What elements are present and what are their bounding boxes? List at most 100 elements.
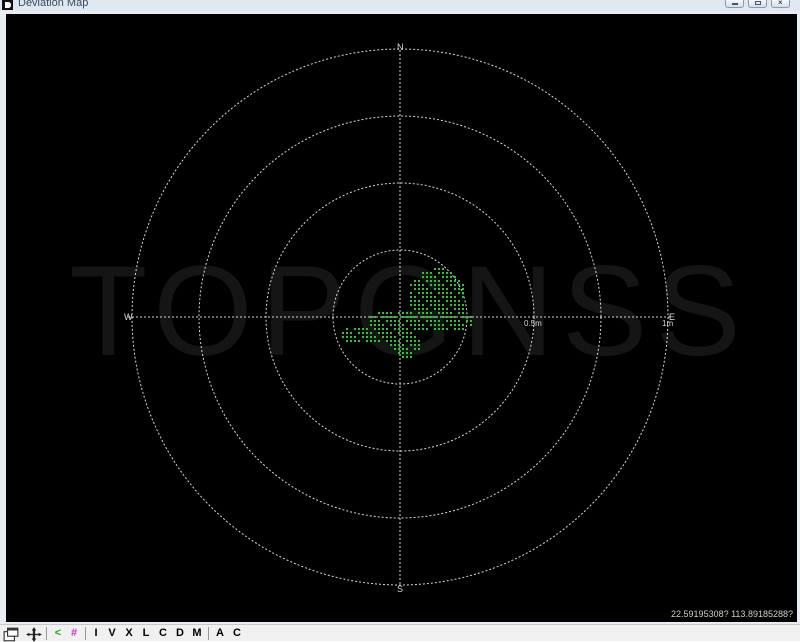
- deviation-point: [442, 268, 444, 270]
- deviation-point: [446, 328, 448, 330]
- deviation-point: [434, 288, 436, 290]
- toolbar-button-v[interactable]: V: [104, 626, 120, 641]
- toolbar-button-d[interactable]: D: [172, 626, 188, 641]
- deviation-point: [422, 324, 424, 326]
- close-button[interactable]: ×: [771, 0, 790, 8]
- deviation-point: [422, 284, 424, 286]
- deviation-point: [398, 332, 400, 334]
- deviation-point: [398, 344, 400, 346]
- deviation-point: [434, 320, 436, 322]
- deviation-point: [374, 340, 376, 342]
- deviation-point: [458, 324, 460, 326]
- deviation-point: [434, 268, 436, 270]
- deviation-point: [370, 324, 372, 326]
- coordinate-readout: 22.59195308? 113.89185288?: [671, 609, 793, 619]
- app-icon: [2, 0, 13, 10]
- deviation-point: [394, 320, 396, 322]
- deviation-point: [414, 296, 416, 298]
- toolbar-button-c[interactable]: C: [155, 626, 171, 641]
- deviation-point: [434, 328, 436, 330]
- deviation-point: [450, 324, 452, 326]
- deviation-point: [370, 340, 372, 342]
- toolbar-button-i[interactable]: I: [88, 626, 104, 641]
- deviation-point: [454, 296, 456, 298]
- toolbar-button-a[interactable]: A: [212, 626, 228, 641]
- deviation-point: [370, 320, 372, 322]
- toolbar-button-l[interactable]: L: [138, 626, 154, 641]
- deviation-point: [406, 356, 408, 358]
- deviation-point: [454, 304, 456, 306]
- deviation-point: [430, 324, 432, 326]
- deviation-point: [442, 304, 444, 306]
- deviation-point: [426, 316, 428, 318]
- deviation-point: [402, 324, 404, 326]
- deviation-point: [354, 328, 356, 330]
- deviation-point: [374, 336, 376, 338]
- deviation-point: [446, 280, 448, 282]
- maximize-button[interactable]: [748, 0, 767, 8]
- deviation-point: [430, 312, 432, 314]
- deviation-map-canvas[interactable]: TOPGNSS N S E W 0.5m 1m 22.59195308? 113…: [6, 14, 797, 622]
- deviation-point: [458, 284, 460, 286]
- deviation-point: [442, 272, 444, 274]
- deviation-point: [458, 308, 460, 310]
- deviation-point: [414, 344, 416, 346]
- deviation-point: [394, 344, 396, 346]
- deviation-point: [414, 316, 416, 318]
- deviation-point: [418, 280, 420, 282]
- window-title-bar[interactable]: Deviation Map ×: [0, 0, 800, 11]
- deviation-point: [342, 332, 344, 334]
- move-icon[interactable]: [26, 627, 42, 642]
- deviation-point: [438, 280, 440, 282]
- deviation-point: [426, 276, 428, 278]
- deviation-point: [458, 300, 460, 302]
- deviation-point: [454, 300, 456, 302]
- deviation-point: [366, 336, 368, 338]
- deviation-point: [426, 320, 428, 322]
- deviation-point: [434, 296, 436, 298]
- deviation-point: [422, 292, 424, 294]
- deviation-point: [454, 280, 456, 282]
- deviation-point: [410, 324, 412, 326]
- deviation-point: [454, 276, 456, 278]
- toolbar-hash-button[interactable]: #: [66, 626, 82, 641]
- deviation-point: [354, 336, 356, 338]
- toolbar-button-x[interactable]: X: [121, 626, 137, 641]
- deviation-point: [362, 332, 364, 334]
- deviation-point: [414, 336, 416, 338]
- deviation-point: [442, 312, 444, 314]
- deviation-point: [442, 316, 444, 318]
- toolbar-button-m[interactable]: M: [189, 626, 205, 641]
- deviation-point: [382, 312, 384, 314]
- deviation-point: [406, 332, 408, 334]
- deviation-point: [382, 324, 384, 326]
- deviation-point: [410, 336, 412, 338]
- deviation-point: [386, 336, 388, 338]
- deviation-point: [458, 320, 460, 322]
- deviation-point: [438, 292, 440, 294]
- deviation-point: [438, 284, 440, 286]
- deviation-point: [370, 332, 372, 334]
- deviation-point: [430, 316, 432, 318]
- deviation-map-plot: N S E W 0.5m 1m: [124, 42, 675, 594]
- deviation-point: [446, 300, 448, 302]
- deviation-point: [434, 316, 436, 318]
- deviation-point: [414, 304, 416, 306]
- deviation-point: [454, 324, 456, 326]
- deviation-point: [450, 272, 452, 274]
- deviation-point: [462, 308, 464, 310]
- deviation-point: [346, 328, 348, 330]
- deviation-point: [422, 272, 424, 274]
- deviation-point: [446, 320, 448, 322]
- toolbar-lt-button[interactable]: <: [50, 626, 66, 641]
- window-layout-icon[interactable]: [3, 627, 19, 642]
- deviation-point: [446, 316, 448, 318]
- deviation-point: [446, 288, 448, 290]
- minimize-button[interactable]: [725, 0, 744, 8]
- deviation-point: [390, 332, 392, 334]
- toolbar-button-c2[interactable]: C: [229, 626, 245, 641]
- deviation-point: [430, 296, 432, 298]
- deviation-point: [406, 312, 408, 314]
- deviation-point: [434, 304, 436, 306]
- deviation-point: [402, 316, 404, 318]
